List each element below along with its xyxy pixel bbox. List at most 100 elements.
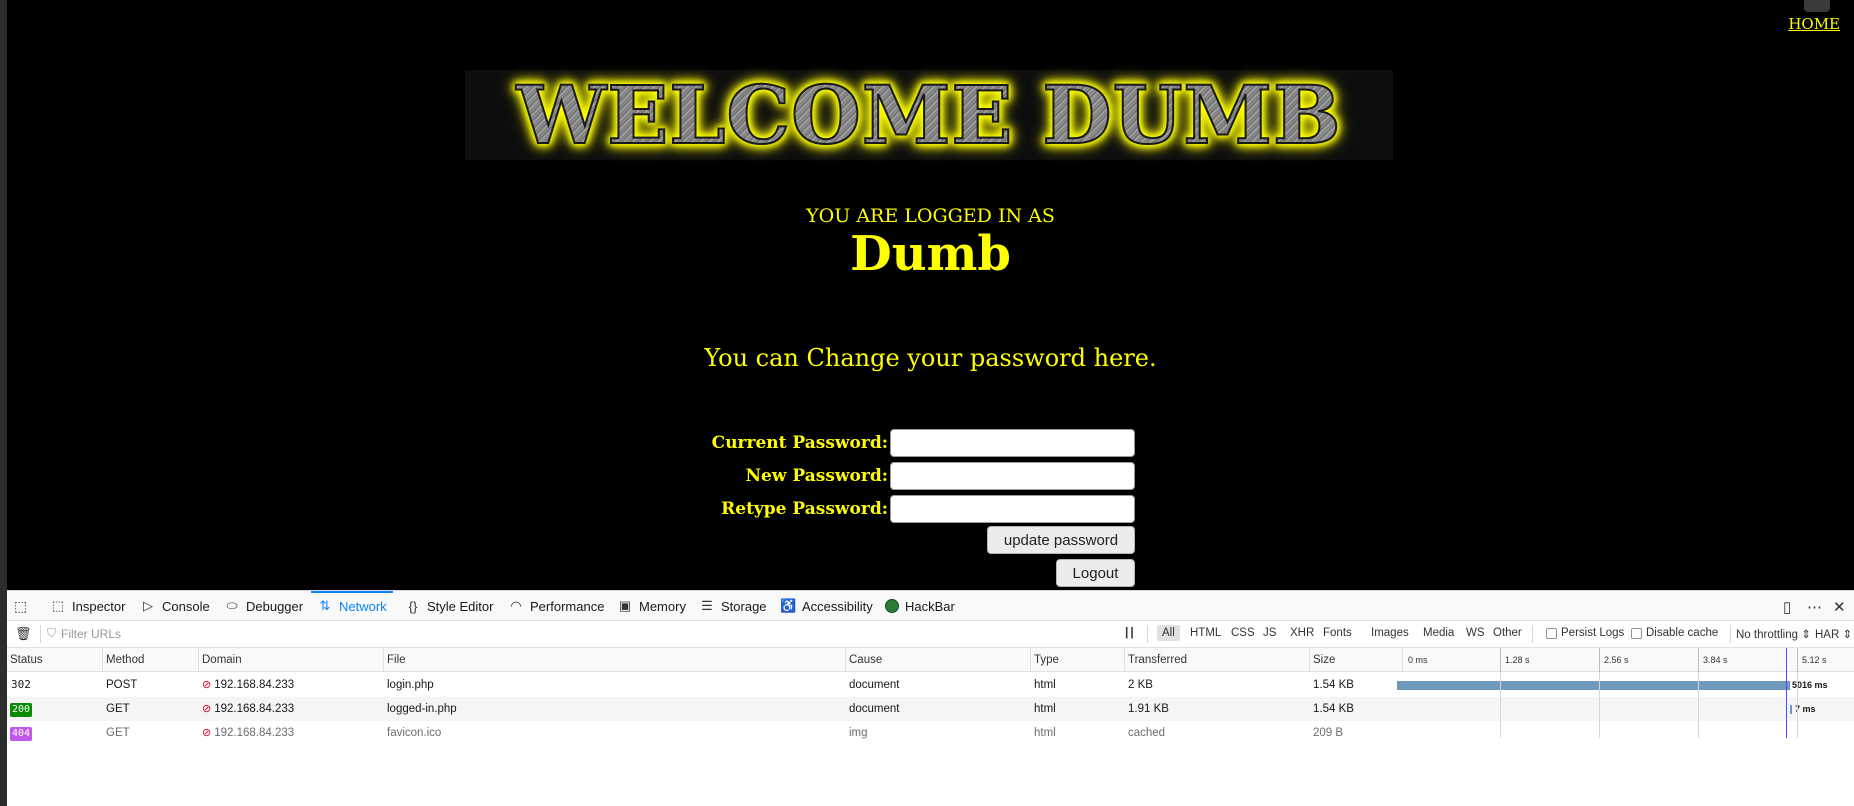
filter-html[interactable]: HTML — [1185, 625, 1226, 641]
column-status[interactable]: Status — [7, 648, 103, 672]
timeline-gridline — [1797, 672, 1798, 738]
disable-cache-checkbox[interactable]: Disable cache — [1631, 627, 1718, 639]
timeline-gridline — [1698, 672, 1699, 738]
username: Dumb — [850, 226, 1011, 282]
separator — [1147, 625, 1148, 643]
table-row[interactable]: 302 POST ⊘ 192.168.84.233 login.php docum… — [7, 673, 1854, 697]
retype-password-input[interactable] — [890, 495, 1135, 523]
tab-performance[interactable]: ◠ Performance — [502, 591, 610, 621]
request-size: 1.54 KB — [1313, 703, 1354, 715]
filter-urls-input[interactable]: ⛉ Filter URLs — [47, 626, 121, 641]
request-file: favicon.ico — [387, 727, 442, 739]
requests-table-header: Status Method Domain File Cause Type Tra… — [7, 648, 1854, 672]
filter-js[interactable]: JS — [1258, 625, 1281, 641]
logout-button[interactable]: Logout — [1056, 559, 1135, 587]
filter-ws[interactable]: WS — [1461, 625, 1490, 641]
tab-debugger[interactable]: ⬭ Debugger — [218, 591, 309, 621]
column-size[interactable]: Size — [1310, 648, 1403, 672]
tab-accessibility[interactable]: ♿ Accessibility — [774, 591, 879, 621]
filter-media[interactable]: Media — [1418, 625, 1459, 641]
tab-console[interactable]: ▷ Console — [134, 591, 216, 621]
filter-fonts[interactable]: Fonts — [1318, 625, 1357, 641]
performance-icon: ◠ — [510, 598, 522, 613]
tab-style-editor[interactable]: {} Style Editor — [399, 591, 499, 621]
filter-icon: ⛉ — [47, 626, 57, 640]
welcome-banner: WELCOME DUMB — [465, 70, 1393, 160]
console-icon: ▷ — [143, 598, 153, 613]
table-row[interactable]: 404 GET ⊘ 192.168.84.233 favicon.ico img … — [7, 721, 1854, 745]
tab-inspector[interactable]: ⬚ Inspector — [44, 591, 131, 621]
current-password-input[interactable] — [890, 429, 1135, 457]
more-options-icon[interactable]: ⋯ — [1807, 598, 1822, 616]
close-devtools-icon[interactable]: ✕ — [1833, 598, 1846, 616]
dock-side-icon[interactable]: ▯ — [1783, 598, 1791, 616]
separator — [40, 625, 41, 643]
pause-recording-icon[interactable]: || — [1125, 625, 1136, 639]
network-icon: ⇅ — [319, 598, 331, 613]
tab-hackbar[interactable]: HackBar — [879, 591, 961, 621]
load-event-marker — [1786, 648, 1787, 738]
column-method[interactable]: Method — [103, 648, 199, 672]
devtools-panel: ⬚ ⬚ Inspector ▷ Console ⬭ Debugger ⇅ Net… — [7, 590, 1854, 806]
tab-label: Network — [339, 598, 387, 614]
tab-network[interactable]: ⇅ Network — [311, 591, 393, 621]
filter-css[interactable]: CSS — [1226, 625, 1260, 641]
home-link[interactable]: HOME — [1788, 15, 1840, 33]
request-method: POST — [106, 679, 138, 691]
column-cause[interactable]: Cause — [846, 648, 1031, 672]
request-type: html — [1034, 703, 1056, 715]
tab-memory[interactable]: ▣ Memory — [611, 591, 692, 621]
request-type: html — [1034, 679, 1056, 691]
table-row[interactable]: 200 GET ⊘ 192.168.84.233 logged-in.php do… — [7, 697, 1854, 721]
request-type: html — [1034, 727, 1056, 739]
request-file: login.php — [387, 679, 434, 691]
tab-label: Style Editor — [427, 598, 494, 614]
waterfall-timing: 7 ms — [1795, 704, 1816, 714]
separator — [1532, 625, 1533, 643]
network-filter-bar: 🗑 ⛉ Filter URLs || All HTML CSS JS XHR F… — [7, 621, 1854, 648]
domain-text: 192.168.84.233 — [214, 703, 295, 715]
clear-requests-icon[interactable]: 🗑 — [15, 626, 32, 642]
domain-text: 192.168.84.233 — [214, 679, 295, 691]
filter-all[interactable]: All — [1157, 625, 1180, 641]
tab-label: Console — [162, 598, 210, 614]
element-picker-icon[interactable]: ⬚ — [14, 598, 31, 615]
har-menu[interactable]: HAR ⇕ — [1815, 627, 1852, 641]
persist-logs-checkbox[interactable]: Persist Logs — [1546, 627, 1624, 639]
domain-text: 192.168.84.233 — [214, 727, 295, 739]
filter-placeholder: Filter URLs — [61, 626, 122, 641]
throttling-select[interactable]: No throttling ⇕ — [1736, 627, 1811, 641]
request-file: logged-in.php — [387, 703, 457, 715]
column-transferred[interactable]: Transferred — [1125, 648, 1310, 672]
column-file[interactable]: File — [384, 648, 846, 672]
status-code: 302 — [11, 678, 31, 691]
column-type[interactable]: Type — [1031, 648, 1125, 672]
column-domain[interactable]: Domain — [199, 648, 384, 672]
status-code: 404 — [7, 721, 33, 745]
retype-password-label: Retype Password: — [721, 499, 888, 519]
timeline-tick: 3.84 s — [1698, 648, 1728, 672]
status-badge: 200 — [10, 703, 33, 717]
checkbox-box[interactable] — [1546, 627, 1557, 639]
change-password-text: You can Change your password here. — [704, 344, 1157, 372]
filter-xhr[interactable]: XHR — [1285, 625, 1319, 641]
update-password-button[interactable]: update password — [987, 526, 1135, 554]
insecure-lock-icon: ⊘ — [202, 703, 212, 715]
tab-storage[interactable]: ☰ Storage — [693, 591, 773, 621]
devtools-toolbar: ⬚ ⬚ Inspector ▷ Console ⬭ Debugger ⇅ Net… — [7, 590, 1854, 621]
checkbox-box[interactable] — [1631, 627, 1642, 639]
tab-label: Performance — [530, 598, 605, 614]
persist-logs-label: Persist Logs — [1561, 627, 1625, 639]
status-code: 200 — [7, 697, 33, 721]
request-domain: ⊘ 192.168.84.233 — [199, 721, 294, 745]
filter-images[interactable]: Images — [1366, 625, 1414, 641]
new-password-row: New Password: — [7, 461, 1854, 491]
tab-label: Accessibility — [802, 598, 873, 614]
retype-password-row: Retype Password: — [7, 494, 1854, 524]
welcome-banner-text: WELCOME DUMB — [515, 68, 1342, 162]
new-password-input[interactable] — [890, 462, 1135, 490]
filter-other[interactable]: Other — [1488, 625, 1527, 641]
memory-icon: ▣ — [618, 598, 632, 613]
request-method: GET — [106, 703, 130, 715]
request-transferred: cached — [1128, 727, 1166, 739]
